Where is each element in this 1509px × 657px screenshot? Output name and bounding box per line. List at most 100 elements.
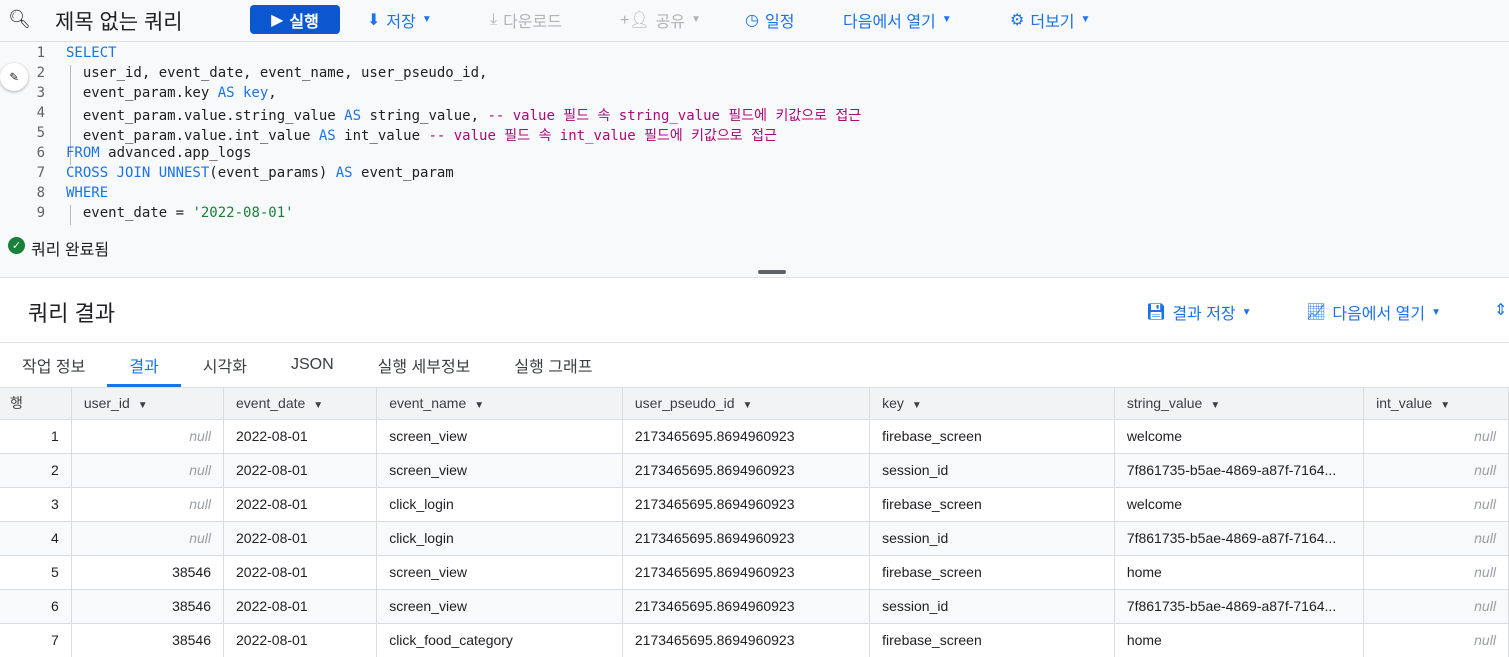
tab-4[interactable]: 실행 세부정보 xyxy=(356,343,493,387)
code-token: WHERE xyxy=(66,185,109,201)
expand-icon[interactable]: ⇕ xyxy=(1494,300,1507,320)
column-header[interactable]: event_date ▼ xyxy=(223,388,378,419)
table-cell: null xyxy=(71,486,225,521)
sort-menu-icon[interactable]: ▼ xyxy=(743,400,753,411)
share-button[interactable]: +👤︎ 공유 ▼ xyxy=(620,5,701,34)
table-cell: 7f861735-b5ae-4869-a87f-7164... xyxy=(1114,452,1365,487)
sort-menu-icon[interactable]: ▼ xyxy=(1210,400,1220,411)
table-cell: null xyxy=(1363,554,1509,589)
code-token: AS key xyxy=(217,85,269,101)
table-row: 2 null 2022-08-01 screen_view 2173465695.869… xyxy=(0,452,1509,487)
code-token: event_param.value.string_value xyxy=(66,108,345,124)
column-label: user_id xyxy=(83,395,130,412)
table-row: 6 38546 2022-08-01 screen_view 2173465695.86… xyxy=(0,588,1509,623)
code-token: event_param.key xyxy=(66,85,218,101)
code-token: '2022-08-01' xyxy=(192,205,294,221)
column-header[interactable]: string_value ▼ xyxy=(1114,388,1365,419)
more-button[interactable]: ⚙ 더보기 ▼ xyxy=(1010,5,1090,34)
table-cell: firebase_screen xyxy=(869,486,1115,521)
code-line: event_date = '2022-08-01' xyxy=(66,205,294,221)
sql-editor[interactable]: ✎ 1 SELECT 2 user_id, event_date, event_na… xyxy=(0,42,1509,230)
schedule-button[interactable]: ◷ 일정 xyxy=(745,5,794,34)
table-cell: 5 xyxy=(0,554,72,589)
query-title: 제목 없는 쿼리 xyxy=(55,10,183,34)
table-cell: 3 xyxy=(0,486,72,521)
table-row: 7 38546 2022-08-01 click_food_category 21734… xyxy=(0,622,1509,657)
sort-menu-icon[interactable]: ▼ xyxy=(138,400,148,411)
column-header[interactable]: user_id ▼ xyxy=(71,388,225,419)
table-cell: null xyxy=(1363,452,1509,487)
table-cell: firebase_screen xyxy=(869,554,1115,589)
code-token: FROM xyxy=(66,145,100,161)
column-header[interactable]: event_name ▼ xyxy=(376,388,623,419)
code-token: AS xyxy=(318,128,336,144)
line-number: 4 xyxy=(36,105,45,121)
code-token: (event_params) xyxy=(209,165,336,181)
resize-handle[interactable] xyxy=(758,270,786,274)
column-label: 행 xyxy=(10,395,23,412)
code-token: -- value 필드 속 string_value 필드에 키값으로 접근 xyxy=(487,108,862,124)
tab-5[interactable]: 실행 그래프 xyxy=(492,343,614,387)
save-icon: 💾︎ xyxy=(1146,304,1167,321)
download-icon: ⤓ xyxy=(490,10,498,28)
save-results-button[interactable]: 💾︎ 결과 저장 ▼ xyxy=(1146,300,1252,324)
line-number: 5 xyxy=(36,125,45,141)
sort-menu-icon[interactable]: ▼ xyxy=(1440,400,1450,411)
code-token: user_id, event_date, event_name, user_ps… xyxy=(66,65,488,81)
table-cell: screen_view xyxy=(376,554,623,589)
table-cell: null xyxy=(71,452,225,487)
code-token: event_param.value.int_value xyxy=(66,128,319,144)
table-cell: 2022-08-01 xyxy=(223,452,378,487)
code-line: event_param.value.string_value AS string… xyxy=(66,105,861,125)
table-cell: click_food_category xyxy=(376,622,623,657)
check-circle-icon: ✓ xyxy=(8,237,25,254)
tab-0[interactable]: 작업 정보 xyxy=(0,343,107,387)
table-cell: welcome xyxy=(1114,486,1365,521)
table-cell: 2022-08-01 xyxy=(223,622,378,657)
code-token: int_value xyxy=(335,128,429,144)
sort-menu-icon[interactable]: ▼ xyxy=(313,400,323,411)
run-button[interactable]: ▶ 실행 xyxy=(250,5,340,34)
table-cell: 2022-08-01 xyxy=(223,554,378,589)
open-in-button[interactable]: 다음에서 열기 ▼ xyxy=(843,5,952,34)
table-cell: 38546 xyxy=(71,622,225,657)
code-line: FROM advanced.app_logs xyxy=(66,145,251,161)
chevron-down-icon: ▼ xyxy=(421,14,432,25)
code-token: , xyxy=(268,85,277,101)
table-cell: null xyxy=(1363,520,1509,555)
column-header[interactable]: key ▼ xyxy=(869,388,1115,419)
chevron-down-icon: ▼ xyxy=(941,14,952,25)
line-number: 6 xyxy=(36,145,45,161)
column-header[interactable]: 행 xyxy=(0,388,72,419)
results-table: 행 user_id ▼ event_date ▼ event_name ▼ user_pseu… xyxy=(0,388,1509,657)
table-cell: 38546 xyxy=(71,588,225,623)
table-cell: screen_view xyxy=(376,418,623,453)
table-cell: 6 xyxy=(0,588,72,623)
results-open-in-button[interactable]: 📈︎ 다음에서 열기 ▼ xyxy=(1306,300,1441,324)
sort-menu-icon[interactable]: ▼ xyxy=(912,400,922,411)
code-line: CROSS JOIN UNNEST(event_params) AS event… xyxy=(66,165,454,181)
line-number: 8 xyxy=(36,185,45,201)
tab-2[interactable]: 시각화 xyxy=(181,343,269,387)
table-cell: 2173465695.8694960923 xyxy=(622,588,871,623)
sort-menu-icon[interactable]: ▼ xyxy=(474,400,484,411)
table-cell: home xyxy=(1114,554,1365,589)
tab-3[interactable]: JSON xyxy=(269,343,356,387)
table-cell: 7f861735-b5ae-4869-a87f-7164... xyxy=(1114,588,1365,623)
table-cell: null xyxy=(71,520,225,555)
results-title: 쿼리 결과 xyxy=(28,301,116,326)
download-button[interactable]: ⤓ 다운로드 xyxy=(490,5,562,34)
line-number: 1 xyxy=(36,45,45,61)
table-cell: 1 xyxy=(0,418,72,453)
line-number: 9 xyxy=(36,205,45,221)
table-cell: null xyxy=(1363,486,1509,521)
table-cell: 7 xyxy=(0,622,72,657)
table-cell: welcome xyxy=(1114,418,1365,453)
column-header[interactable]: user_pseudo_id ▼ xyxy=(622,388,871,419)
table-cell: session_id xyxy=(869,520,1115,555)
column-header[interactable]: int_value ▼ xyxy=(1363,388,1509,419)
chart-icon: 📈︎ xyxy=(1306,304,1327,321)
line-number: 2 xyxy=(36,65,45,81)
save-button[interactable]: ⬇ 저장 ▼ xyxy=(367,5,432,34)
tab-1[interactable]: 결과 xyxy=(107,343,181,387)
